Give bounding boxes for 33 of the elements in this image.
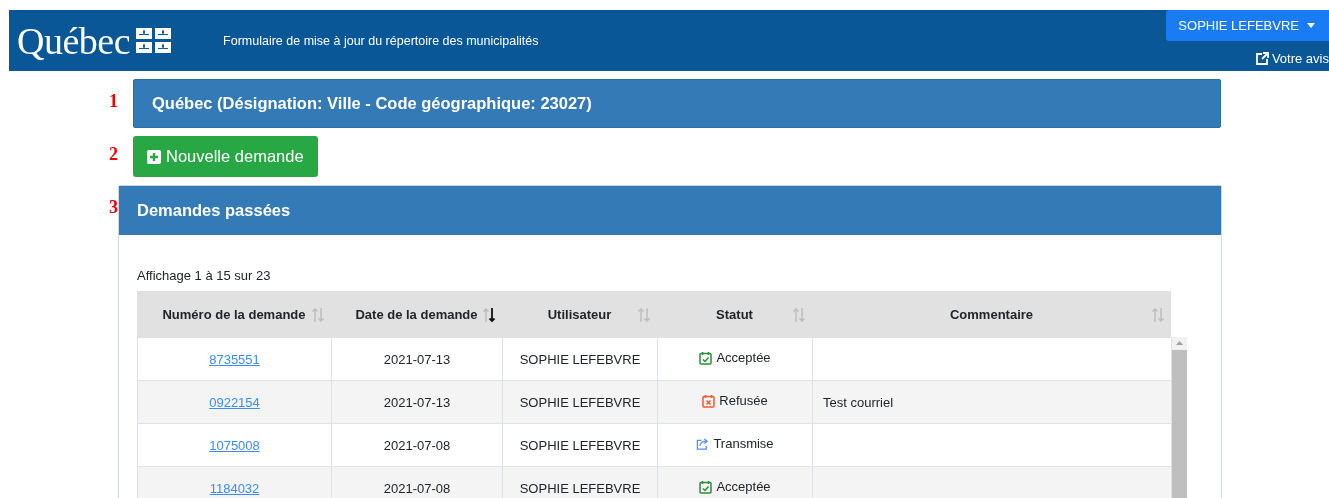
- request-date: 2021-07-08: [383, 480, 451, 496]
- user-menu-button[interactable]: SOPHIE LEFEBVRE: [1166, 10, 1329, 41]
- feedback-link[interactable]: Votre avis: [1255, 51, 1329, 66]
- sort-icon[interactable]: [482, 307, 496, 323]
- status-label: Transmise: [713, 436, 774, 452]
- request-user: SOPHIE LEFEBVRE: [519, 437, 641, 453]
- external-link-icon: [1255, 52, 1269, 65]
- plus-square-icon: [147, 149, 161, 164]
- request-date: 2021-07-08: [383, 437, 451, 453]
- caret-icon: [1307, 23, 1315, 28]
- request-user: SOPHIE LEFEBVRE: [519, 480, 641, 496]
- step-number: 2: [109, 143, 119, 166]
- status-label: Acceptée: [716, 479, 771, 495]
- column-header[interactable]: Numéro de la demande: [137, 291, 331, 337]
- status-label: Refusée: [719, 393, 768, 409]
- request-date: 2021-07-13: [383, 394, 451, 410]
- logo-text: Québec: [17, 19, 131, 63]
- column-header[interactable]: Utilisateur: [502, 291, 657, 337]
- request-user: SOPHIE LEFEBVRE: [519, 351, 641, 367]
- step-number: 1: [109, 90, 119, 113]
- app-title: Formulaire de mise à jour du répertoire des municipalités: [223, 34, 539, 50]
- request-date: 2021-07-13: [383, 351, 451, 367]
- column-header[interactable]: Statut: [657, 291, 812, 337]
- status-label: Acceptée: [716, 350, 771, 366]
- pagination-info: Affichage 1 à 15 sur 23: [137, 268, 272, 283]
- column-header[interactable]: Commentaire: [812, 291, 1171, 337]
- step-number: 3: [109, 196, 118, 219]
- request-user: SOPHIE LEFEBVRE: [519, 394, 641, 410]
- past-requests-title: Demandes passées: [119, 186, 1221, 235]
- comment-text: Test courriel: [823, 394, 894, 410]
- municipality-panel-title: Québec (Désignation: Ville - Code géographique: 23027): [133, 79, 1221, 128]
- request-number-link[interactable]: 1075008: [209, 437, 260, 453]
- column-header[interactable]: Date de la demande: [331, 291, 502, 337]
